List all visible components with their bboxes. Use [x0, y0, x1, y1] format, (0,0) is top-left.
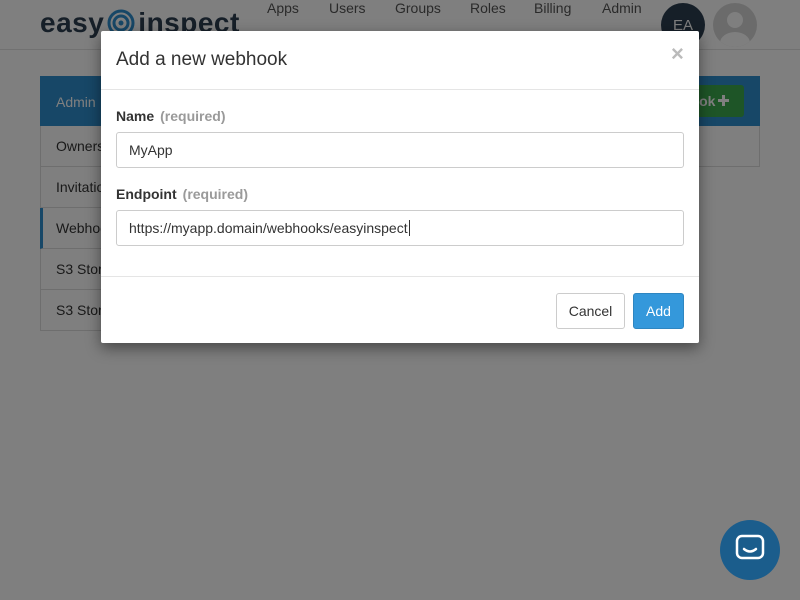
add-button[interactable]: Add [633, 293, 684, 329]
name-required-hint: (required) [160, 108, 226, 124]
add-webhook-modal: Add a new webhook × Name (required) MyApp… [101, 31, 699, 343]
endpoint-input[interactable]: https://myapp.domain/webhooks/easyinspec… [116, 210, 684, 246]
name-field-label: Name (required) [116, 108, 225, 124]
name-input[interactable]: MyApp [116, 132, 684, 168]
cancel-button[interactable]: Cancel [556, 293, 625, 329]
chat-launcher-button[interactable] [720, 520, 780, 580]
chat-bubble-icon [735, 534, 765, 567]
text-cursor [408, 220, 410, 236]
modal-footer: Cancel Add [101, 276, 699, 343]
name-label-text: Name [116, 108, 155, 124]
modal-title: Add a new webhook [116, 49, 288, 70]
modal-header: Add a new webhook × [101, 31, 699, 90]
name-input-value: MyApp [129, 142, 173, 158]
endpoint-required-hint: (required) [182, 186, 248, 202]
close-icon[interactable]: × [671, 43, 684, 65]
endpoint-label-text: Endpoint [116, 186, 177, 202]
endpoint-input-value: https://myapp.domain/webhooks/easyinspec… [129, 220, 408, 236]
endpoint-field-label: Endpoint (required) [116, 186, 248, 202]
